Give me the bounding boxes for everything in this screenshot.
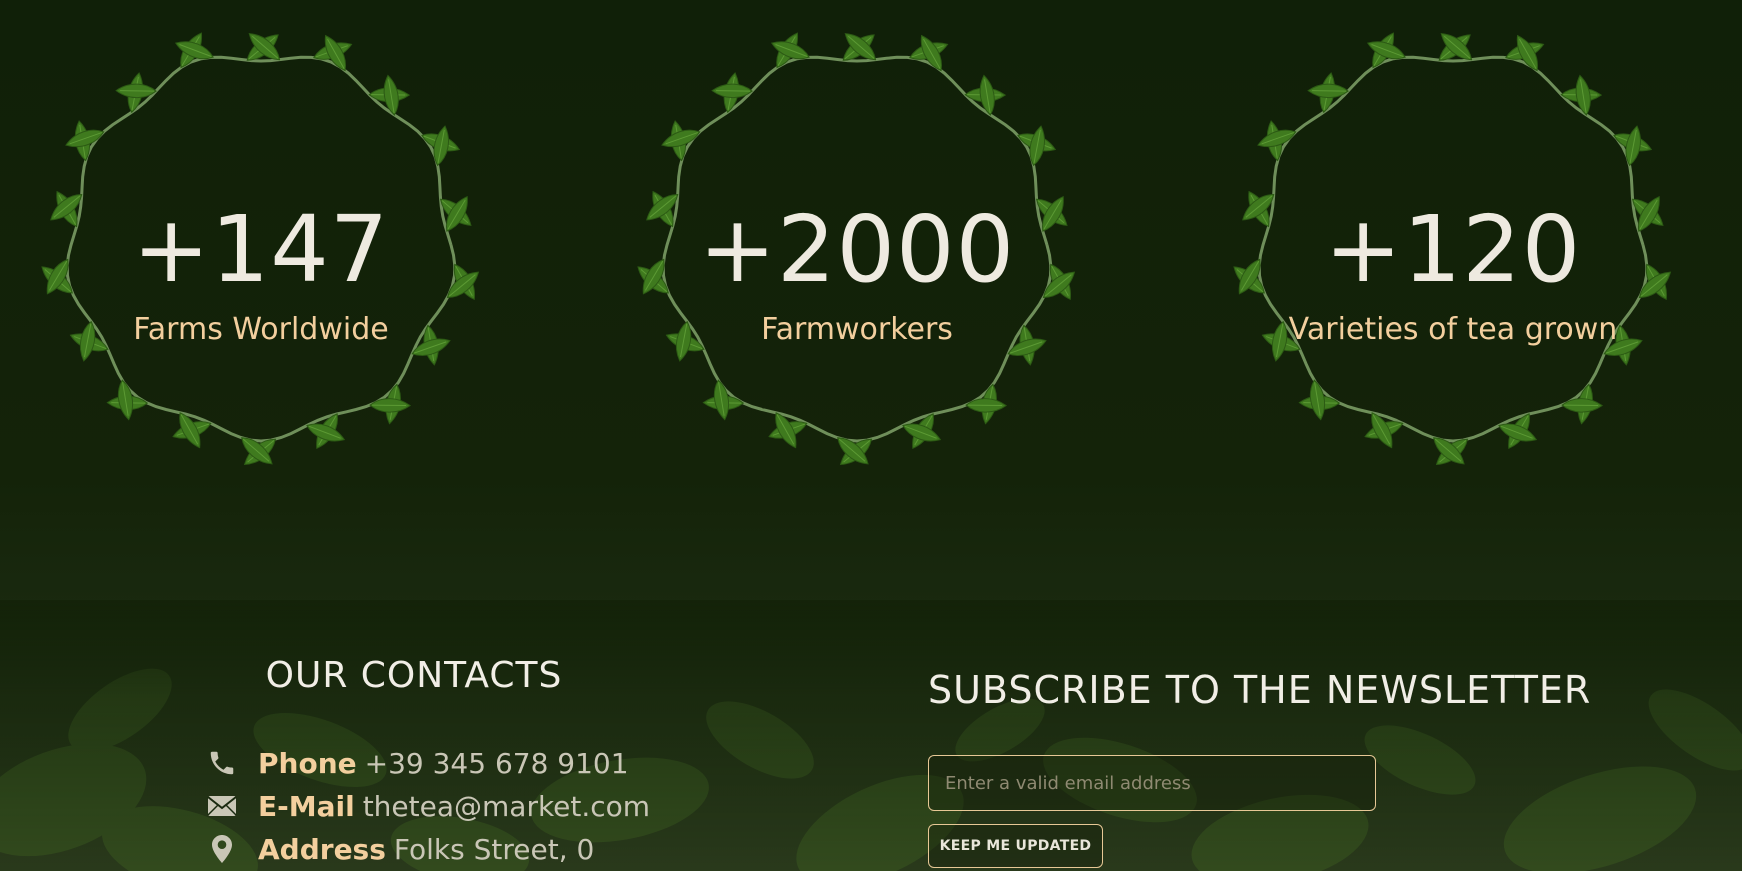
contact-key: Address (258, 832, 386, 866)
keep-me-updated-button[interactable]: KEEP ME UPDATED (928, 824, 1103, 868)
stat-number: +2000 (698, 196, 1016, 303)
contact-value[interactable]: thetea@market.com (363, 790, 650, 823)
stat-number: +120 (1324, 196, 1582, 303)
phone-icon (206, 747, 238, 779)
stat-number: +147 (132, 196, 390, 303)
contact-key: Phone (258, 746, 357, 780)
contact-key: E-Mail (258, 789, 355, 823)
contact-value[interactable]: +39 345 678 9101 (365, 747, 629, 780)
map-pin-icon (206, 833, 238, 865)
stat-label: Varieties of tea grown (1288, 312, 1618, 347)
stat-label: Farmworkers (761, 312, 953, 347)
contact-phone: Phone +39 345 678 9101 (206, 745, 629, 781)
newsletter-section: SUBSCRIBE TO THE NEWSLETTER KEEP ME UPDA… (928, 668, 1628, 868)
contact-value: Folks Street, 0 (393, 832, 595, 866)
contact-address: Address Folks Street, 0 (206, 831, 594, 867)
newsletter-title: SUBSCRIBE TO THE NEWSLETTER (928, 668, 1592, 712)
stat-farmworkers: +2000 Farmworkers (612, 30, 1102, 520)
envelope-icon (206, 790, 238, 822)
stats-section: +147 Farms Worldwide +2000 Farmworkers +… (0, 0, 1742, 540)
stat-label: Farms Worldwide (133, 312, 389, 347)
email-input[interactable] (928, 755, 1376, 811)
contacts-title: OUR CONTACTS (265, 655, 563, 696)
contact-email: E-Mail thetea@market.com (206, 788, 650, 824)
stat-varieties: +120 Varieties of tea grown (1208, 30, 1698, 520)
page: +147 Farms Worldwide +2000 Farmworkers +… (0, 0, 1742, 871)
stat-farms: +147 Farms Worldwide (16, 30, 506, 520)
